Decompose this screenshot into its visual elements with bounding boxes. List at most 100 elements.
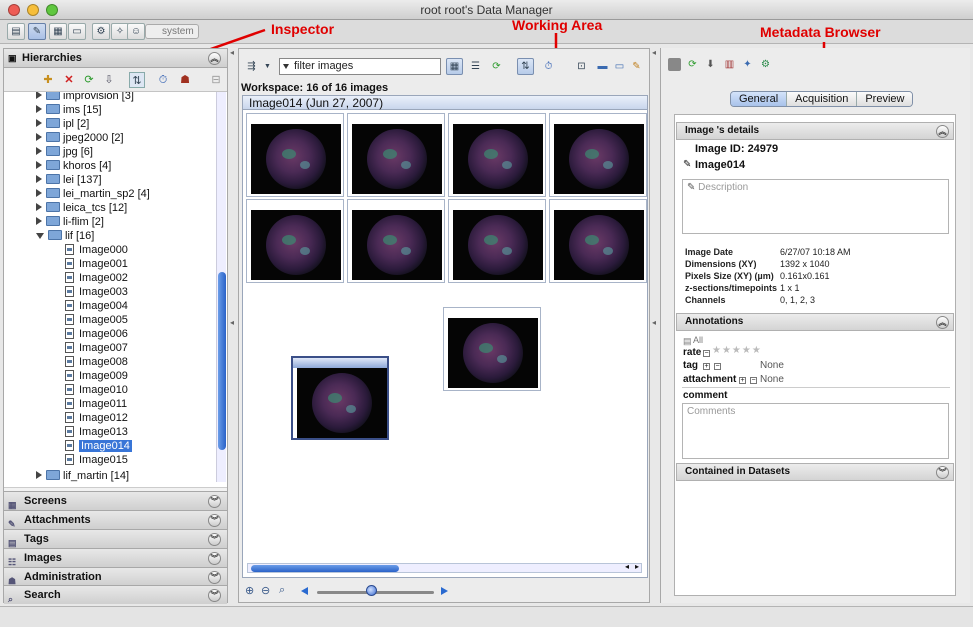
tree-item[interactable]: khoros [4]	[36, 159, 111, 173]
tree-image-item[interactable]: Image002	[65, 271, 128, 285]
monitor-icon[interactable]: ▭	[68, 23, 86, 40]
refresh-metadata-icon[interactable]: ⟳	[686, 58, 699, 71]
selected-thumbnail-titlebar[interactable]	[293, 358, 387, 368]
history-icon[interactable]: ⏱	[155, 72, 171, 88]
table-view-icon[interactable]: ☰	[467, 58, 484, 75]
data-manager-icon[interactable]: ✎	[28, 23, 46, 40]
tree-image-item[interactable]: Image015	[65, 453, 128, 467]
filter-images-input[interactable]: filter images	[279, 58, 441, 75]
all-filter-icon[interactable]: ▤	[683, 336, 692, 347]
comments-field[interactable]: Comments	[682, 403, 949, 459]
sort-workspace-icon[interactable]: ⇅	[517, 58, 534, 75]
image-name[interactable]: Image014	[695, 159, 745, 171]
image-thumbnail-selected[interactable]	[291, 356, 389, 440]
expand-icon[interactable]	[36, 119, 42, 127]
collapse-annotations-icon[interactable]: ︽	[936, 316, 949, 329]
left-splitter-handle[interactable]: ◂	[230, 48, 234, 57]
tree-image-item[interactable]: Image012	[65, 411, 128, 425]
image-thumbnail[interactable]	[448, 199, 546, 283]
delete-icon[interactable]: ✕	[61, 72, 77, 88]
tree-image-item[interactable]: Image003	[65, 285, 128, 299]
tree-scroll-thumb[interactable]	[218, 272, 226, 450]
expand-administration-icon[interactable]: ︾	[208, 571, 221, 584]
accordion-search[interactable]: ⌕ Search ︾	[4, 585, 227, 604]
tree-image-item[interactable]: Image008	[65, 355, 128, 369]
hierarchies-header[interactable]: ▣ Hierarchies ︽	[4, 49, 227, 68]
expand-images-icon[interactable]: ︾	[208, 552, 221, 565]
expand-icon[interactable]	[36, 203, 42, 211]
share-icon[interactable]: ✦	[741, 58, 754, 71]
expand-icon[interactable]	[36, 161, 42, 169]
image-thumbnail[interactable]	[549, 113, 647, 197]
folder-icon[interactable]: ▬	[594, 58, 611, 75]
tree-item[interactable]: lei_martin_sp2 [4]	[36, 187, 150, 201]
group-icon[interactable]: ☺	[127, 23, 145, 40]
annotations-header[interactable]: Annotations ︽	[676, 313, 954, 331]
zoom-slider-knob[interactable]	[366, 585, 377, 596]
filter-options-icon[interactable]: ⇶	[243, 58, 260, 75]
tree-image-item[interactable]: Image004	[65, 299, 128, 313]
expand-icon[interactable]	[36, 147, 42, 155]
tree-image-item[interactable]: Image010	[65, 383, 128, 397]
image-thumbnail[interactable]	[347, 113, 445, 197]
channels-icon[interactable]: ▥	[723, 58, 736, 71]
tag-add-icon[interactable]: +	[703, 363, 710, 370]
tree-item[interactable]: ims [15]	[36, 103, 102, 117]
all-filter-label[interactable]: All	[693, 335, 703, 345]
image-thumbnail[interactable]	[549, 199, 647, 283]
image-thumbnail-floating[interactable]	[443, 307, 541, 391]
tab-acquisition[interactable]: Acquisition	[787, 92, 858, 106]
edit-icon[interactable]: ✎	[628, 58, 645, 75]
tree-image-item[interactable]: Image006	[65, 327, 128, 341]
tree-image-item[interactable]: Image009	[65, 369, 128, 383]
image-details-header[interactable]: Image 's details ︽	[676, 122, 954, 140]
description-field[interactable]: ✎ Description	[682, 179, 949, 234]
image-thumbnail[interactable]	[347, 199, 445, 283]
right-splitter-handle-bottom[interactable]: ◂	[652, 318, 656, 327]
scroll-left-icon[interactable]: ◂	[625, 562, 629, 571]
tree-item[interactable]: jpeg2000 [2]	[36, 131, 124, 145]
expand-icon[interactable]	[36, 92, 42, 99]
collapse-details-icon[interactable]: ︽	[936, 125, 949, 138]
attachment-remove-icon[interactable]: −	[750, 377, 757, 384]
hierarchy-explorer-icon[interactable]: ▤	[7, 23, 25, 40]
tree-item[interactable]: improvision [3]	[36, 92, 134, 103]
window-icon[interactable]: ▭	[611, 58, 628, 75]
sort-icon[interactable]: ⇅	[129, 72, 145, 88]
expand-icon[interactable]	[36, 105, 42, 113]
tree-image-item-selected[interactable]: Image014	[65, 439, 132, 453]
expand-tags-icon[interactable]: ︾	[208, 533, 221, 546]
accordion-tags[interactable]: ▤ Tags ︾	[4, 529, 227, 548]
tab-preview[interactable]: Preview	[857, 92, 913, 106]
zoom-increase-icon[interactable]	[441, 587, 448, 595]
accordion-screens[interactable]: ▦ Screens ︾	[4, 491, 227, 510]
expand-screens-icon[interactable]: ︾	[208, 495, 221, 508]
tree-image-item[interactable]: Image013	[65, 425, 128, 439]
tree-item[interactable]: lif_martin [14]	[36, 469, 129, 483]
zoom-out-icon[interactable]: ⊖	[261, 584, 270, 597]
filter-type-dropdown-icon[interactable]	[283, 64, 289, 69]
download-icon[interactable]: ⬇	[704, 58, 717, 71]
expand-icon[interactable]	[36, 189, 42, 197]
tools-icon[interactable]: ⚙	[92, 23, 110, 40]
viewer-icon[interactable]: ▦	[49, 23, 67, 40]
tree-item[interactable]: li-flim [2]	[36, 215, 104, 229]
import-icon[interactable]: ⇩	[101, 72, 117, 88]
tree-image-item[interactable]: Image001	[65, 257, 128, 271]
expand-search-icon[interactable]: ︾	[208, 589, 221, 602]
workspace-horizontal-scrollbar[interactable]: ◂ ▸	[247, 562, 642, 573]
magnify-icon[interactable]: ⊡	[573, 58, 590, 75]
expand-icon[interactable]	[36, 217, 42, 225]
stop-icon[interactable]	[668, 58, 681, 71]
tree-item[interactable]: lif [16]	[36, 229, 94, 243]
expand-datasets-icon[interactable]: ︾	[936, 466, 949, 479]
tree-image-item[interactable]: Image000	[65, 243, 128, 257]
accordion-attachments[interactable]: ✎ Attachments ︾	[4, 510, 227, 529]
expand-icon[interactable]	[36, 471, 42, 479]
filter-dropdown-icon[interactable]: ▼	[259, 58, 276, 75]
tag-remove-icon[interactable]: −	[714, 363, 721, 370]
collapse-icon[interactable]	[36, 233, 44, 239]
image-thumbnail[interactable]	[246, 113, 344, 197]
tree-item[interactable]: ipl [2]	[36, 117, 89, 131]
expand-icon[interactable]	[36, 175, 42, 183]
